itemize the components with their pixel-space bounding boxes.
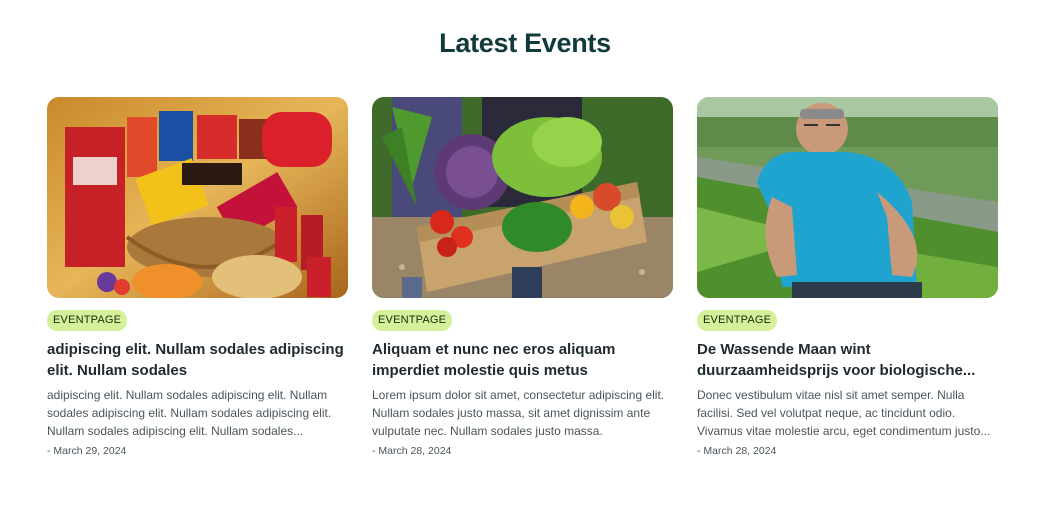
event-title[interactable]: De Wassende Maan wint duurzaamheidsprijs…: [697, 339, 998, 381]
event-title[interactable]: adipiscing elit. Nullam sodales adipisci…: [47, 339, 348, 381]
farmer-in-field-photo-icon: [697, 97, 998, 298]
category-badge[interactable]: EVENTPAGE: [372, 310, 453, 331]
section-title: Latest Events: [439, 28, 611, 58]
event-card[interactable]: EVENTPAGE adipiscing elit. Nullam sodale…: [47, 97, 348, 457]
event-excerpt: Donec vestibulum vitae nisl sit amet sem…: [697, 388, 991, 438]
snack-basket-photo-icon: [47, 97, 348, 298]
category-badge[interactable]: EVENTPAGE: [47, 310, 128, 331]
event-image[interactable]: [47, 97, 348, 298]
event-image[interactable]: [697, 97, 998, 298]
event-cards: EVENTPAGE adipiscing elit. Nullam sodale…: [47, 97, 998, 457]
event-card[interactable]: EVENTPAGE Aliquam et nunc nec eros aliqu…: [372, 97, 673, 457]
category-badge[interactable]: EVENTPAGE: [697, 310, 778, 331]
event-title[interactable]: Aliquam et nunc nec eros aliquam imperdi…: [372, 339, 673, 381]
event-image[interactable]: [372, 97, 673, 298]
event-excerpt: adipiscing elit. Nullam sodales adipisci…: [47, 388, 332, 438]
event-excerpt: Lorem ipsum dolor sit amet, consectetur …: [372, 388, 665, 438]
event-date: - March 28, 2024: [372, 445, 452, 457]
event-date: - March 29, 2024: [47, 445, 127, 457]
event-card[interactable]: EVENTPAGE De Wassende Maan wint duurzaam…: [697, 97, 998, 457]
vegetable-crate-photo-icon: [372, 97, 673, 298]
event-date: - March 28, 2024: [697, 445, 777, 457]
latest-events-section: Latest Events EVENTPAGE adipiscing elit.…: [0, 0, 1050, 515]
